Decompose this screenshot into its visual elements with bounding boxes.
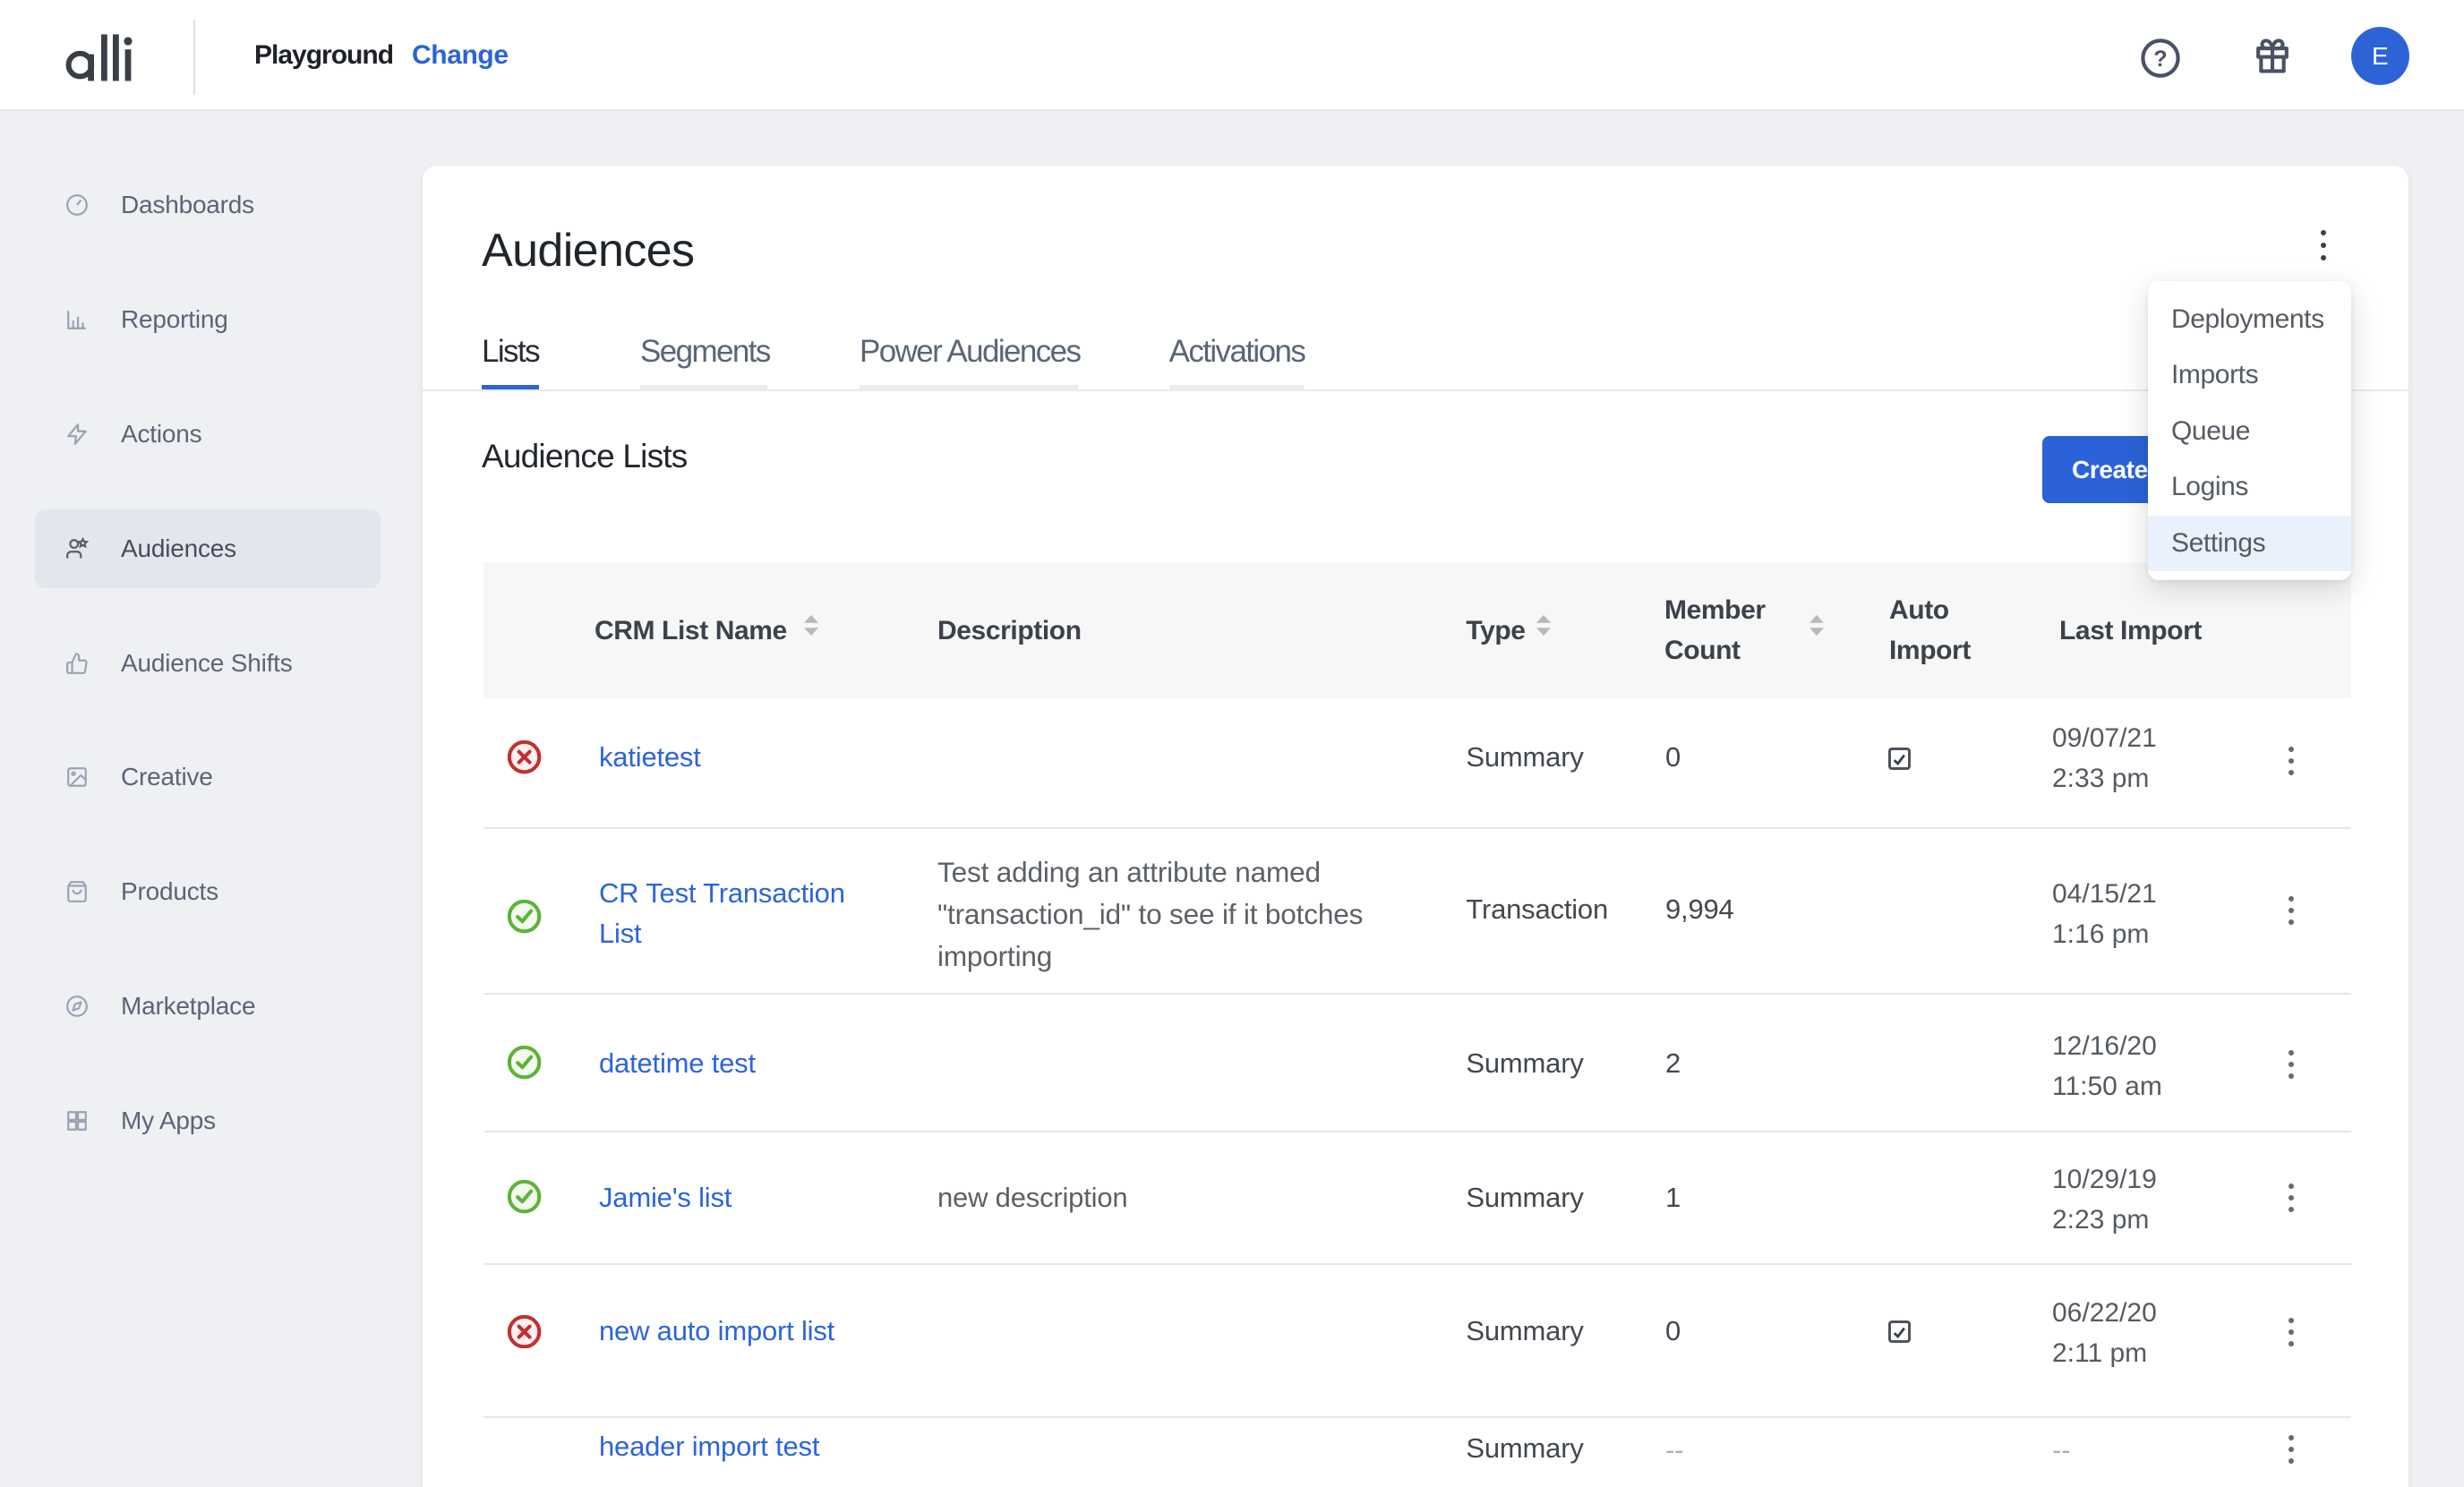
svg-text:?: ? <box>2153 46 2167 71</box>
